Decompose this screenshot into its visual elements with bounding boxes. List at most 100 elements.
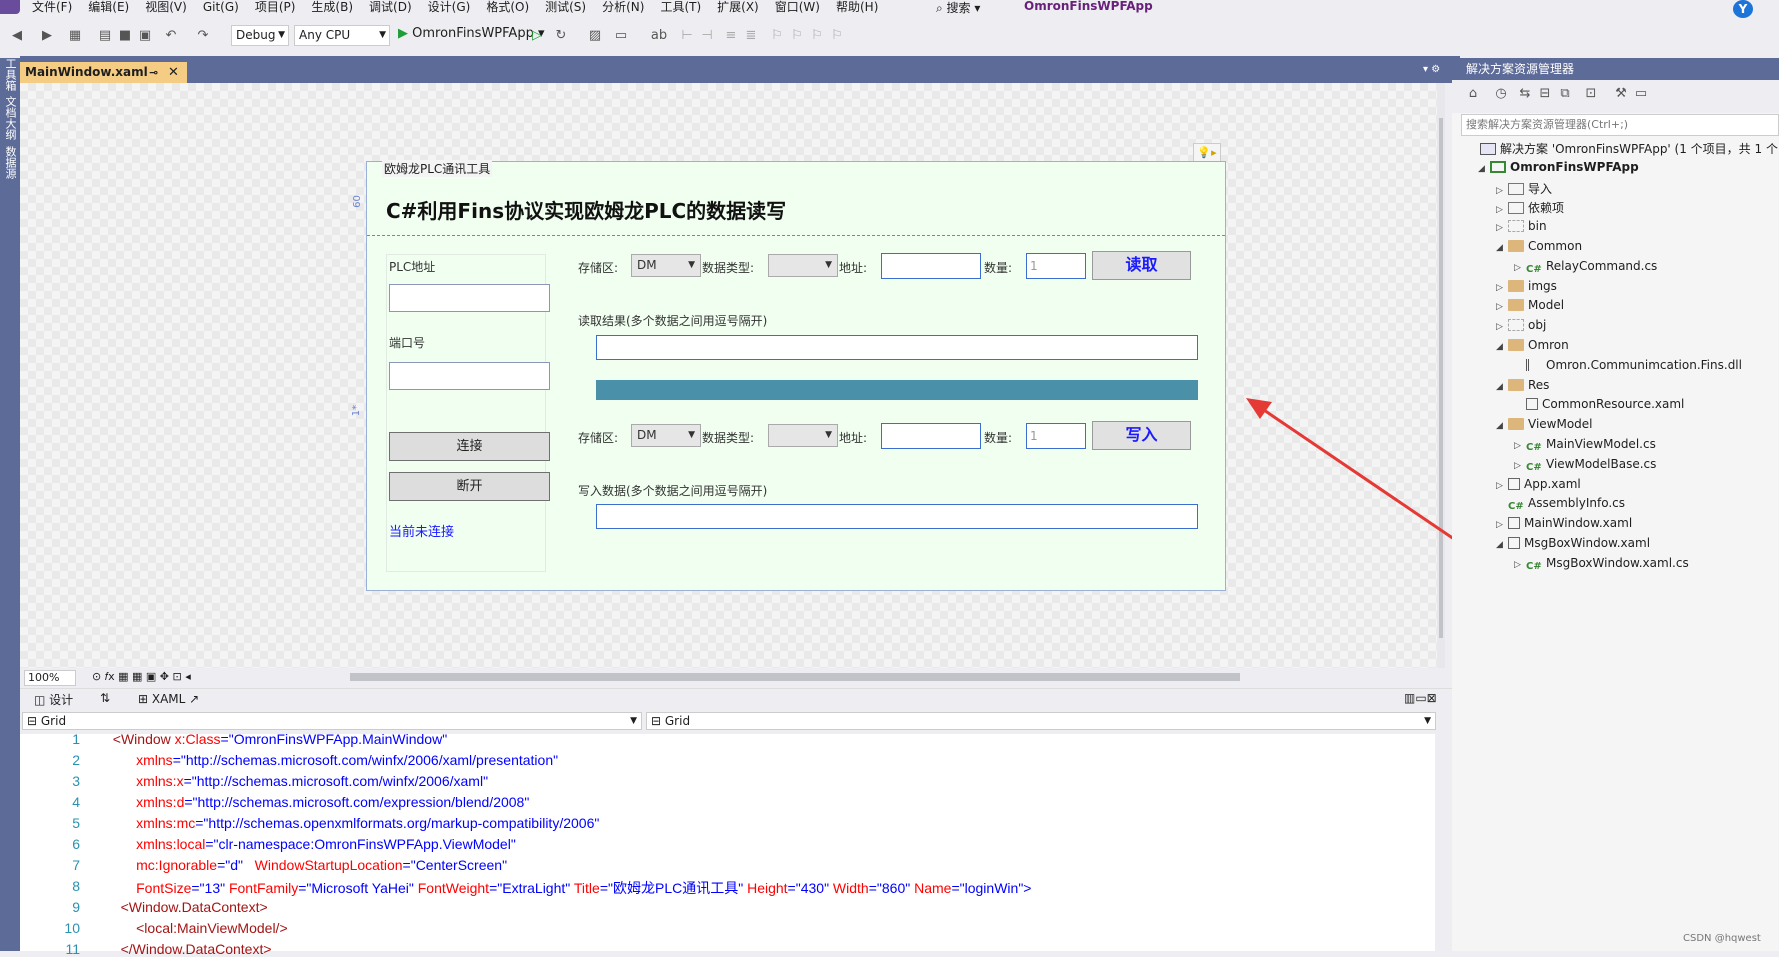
write-button[interactable]: 写入 bbox=[1092, 421, 1191, 450]
bookmark-clear-icon[interactable]: ⚐ bbox=[828, 27, 846, 45]
row-height-indicator[interactable]: 60 bbox=[352, 195, 363, 208]
menu-item[interactable]: 项目(P) bbox=[247, 0, 304, 16]
expander-icon[interactable]: ▷ bbox=[1514, 441, 1526, 451]
tree-item[interactable]: ▷ bin bbox=[1496, 219, 1547, 233]
hot-reload-icon[interactable]: ↻ bbox=[552, 27, 570, 45]
code-line[interactable]: xmlns:d="http://schemas.microsoft.com/ex… bbox=[105, 794, 529, 810]
tree-item[interactable]: ▷ C# ViewModelBase.cs bbox=[1514, 457, 1656, 474]
solution-search-input[interactable]: 搜索解决方案资源管理器(Ctrl+;) bbox=[1461, 114, 1779, 136]
disconnect-button[interactable]: 断开 bbox=[389, 472, 550, 501]
expander-icon[interactable]: ◢ bbox=[1496, 342, 1508, 352]
tab-design[interactable]: ◫ 设计 bbox=[34, 691, 73, 708]
tree-item[interactable]: 解决方案 'OmronFinsWPFApp' (1 个项目，共 1 个) bbox=[1468, 140, 1779, 157]
expander-icon[interactable]: ▷ bbox=[1514, 560, 1526, 570]
expander-icon[interactable]: ▷ bbox=[1496, 283, 1508, 293]
menu-item[interactable]: 编辑(E) bbox=[80, 0, 137, 16]
avatar[interactable]: Y bbox=[1733, 0, 1753, 18]
tree-item[interactable]: C# AssemblyInfo.cs bbox=[1496, 496, 1625, 513]
forward-icon[interactable]: ▶ bbox=[38, 27, 56, 45]
history-icon[interactable]: ◷ bbox=[1492, 85, 1510, 103]
scrollbar-thumb[interactable] bbox=[1439, 118, 1443, 638]
expander-icon[interactable]: ▷ bbox=[1496, 322, 1508, 332]
tree-item[interactable]: ◢ Omron bbox=[1496, 338, 1569, 352]
tree-item[interactable]: ▷ Model bbox=[1496, 298, 1564, 312]
menu-item[interactable]: 生成(B) bbox=[303, 0, 361, 16]
tree-item[interactable]: ◢ ViewModel bbox=[1496, 417, 1593, 431]
redo-icon[interactable]: ↷ bbox=[194, 27, 212, 45]
indent-icon[interactable]: ≡ bbox=[722, 27, 740, 45]
collapse-all-icon[interactable]: ⊟ bbox=[1536, 85, 1554, 103]
expander-icon[interactable]: ▷ bbox=[1496, 520, 1508, 530]
tree-item[interactable]: ▷ C# RelayCommand.cs bbox=[1514, 259, 1657, 276]
platform-dropdown[interactable]: Any CPU ▼ bbox=[294, 25, 390, 46]
read-area-select[interactable]: DM ▼ bbox=[631, 254, 701, 277]
plc-address-input[interactable] bbox=[389, 284, 550, 312]
data-sources-tab[interactable]: 数据源 bbox=[2, 146, 18, 179]
open-folder-icon[interactable]: ▤ bbox=[96, 27, 114, 45]
write-count-input[interactable]: 1 bbox=[1026, 423, 1086, 449]
tree-item[interactable]: ▷ obj bbox=[1496, 318, 1546, 332]
tree-item[interactable]: ◢ Res bbox=[1496, 378, 1549, 392]
menu-item[interactable]: 帮助(H) bbox=[828, 0, 886, 16]
menu-item[interactable]: 视图(V) bbox=[137, 0, 195, 16]
pane-layout-icons[interactable]: ▥▭⊠ bbox=[1404, 691, 1437, 705]
expander-icon[interactable]: ◢ bbox=[1496, 243, 1508, 253]
config-dropdown[interactable]: Debug ▼ bbox=[231, 25, 289, 46]
document-outline-tab[interactable]: 文档大纲 bbox=[2, 96, 18, 140]
code-line[interactable]: mc:Ignorable="d" WindowStartupLocation="… bbox=[105, 857, 507, 873]
tab-xaml[interactable]: ⊞ XAML ↗ bbox=[138, 692, 199, 706]
align-right-icon[interactable]: ⊣ bbox=[698, 27, 716, 45]
write-type-select[interactable]: ▼ bbox=[768, 424, 838, 447]
grid-toggle-icons[interactable]: ⊙ 𝑓x ▦ ▦ ▣ ✥ ⊡ ◂ bbox=[92, 670, 191, 684]
undo-icon[interactable]: ↶ bbox=[162, 27, 180, 45]
tree-item[interactable]: ◢ MsgBoxWindow.xaml bbox=[1496, 536, 1650, 550]
menu-item[interactable]: 扩展(X) bbox=[709, 0, 767, 16]
bookmark-icon[interactable]: ⚐ bbox=[768, 27, 786, 45]
expander-icon[interactable]: ◢ bbox=[1496, 540, 1508, 550]
pin-icon[interactable]: ⊸ bbox=[149, 62, 158, 83]
layout-icon[interactable]: ▭ bbox=[612, 27, 630, 45]
tree-item[interactable]: ▷ imgs bbox=[1496, 279, 1557, 293]
code-vertical-scrollbar[interactable] bbox=[1435, 734, 1452, 951]
menu-item[interactable]: Git(G) bbox=[195, 0, 247, 16]
show-all-files-icon[interactable]: ⧉ bbox=[1556, 85, 1574, 103]
write-area-select[interactable]: DM ▼ bbox=[631, 424, 701, 447]
tree-item[interactable]: ▷ C# MainViewModel.cs bbox=[1514, 437, 1656, 454]
tree-item[interactable]: ▷ 依赖项 bbox=[1496, 199, 1564, 216]
read-result-field[interactable] bbox=[596, 335, 1198, 360]
connect-button[interactable]: 连接 bbox=[389, 432, 550, 461]
menu-item[interactable]: 格式(O) bbox=[478, 0, 537, 16]
port-input[interactable] bbox=[389, 362, 550, 390]
menu-item[interactable]: 分析(N) bbox=[594, 0, 652, 16]
expander-icon[interactable]: ▷ bbox=[1496, 223, 1508, 233]
row-height-indicator[interactable]: 1* bbox=[351, 405, 362, 416]
expander-icon[interactable]: ▷ bbox=[1514, 263, 1526, 273]
code-line[interactable]: </Window.DataContext> bbox=[105, 941, 272, 957]
pending-changes-icon[interactable]: ▭ bbox=[1632, 85, 1650, 103]
save-icon[interactable]: ■ bbox=[116, 27, 134, 45]
read-count-input[interactable]: 1 bbox=[1026, 253, 1086, 279]
tree-item[interactable]: ▷ C# MsgBoxWindow.xaml.cs bbox=[1514, 556, 1689, 573]
tree-item[interactable]: CommonResource.xaml bbox=[1514, 397, 1684, 411]
sync-icon[interactable]: ⇆ bbox=[1516, 85, 1534, 103]
write-address-input[interactable] bbox=[881, 423, 981, 449]
tree-item[interactable]: ◢ OmronFinsWPFApp bbox=[1478, 160, 1639, 174]
expander-icon[interactable]: ▷ bbox=[1514, 461, 1526, 471]
menu-item[interactable]: 窗口(W) bbox=[767, 0, 828, 16]
code-line[interactable]: xmlns:mc="http://schemas.openxmlformats.… bbox=[105, 815, 599, 831]
start-button[interactable]: ▶ OmronFinsWPFApp ▾ bbox=[398, 26, 545, 41]
back-icon[interactable]: ◀ bbox=[8, 27, 26, 45]
tree-item[interactable]: ▷ App.xaml bbox=[1496, 477, 1581, 491]
tree-item[interactable]: Omron.Communimcation.Fins.dll bbox=[1514, 358, 1742, 372]
menu-item[interactable]: 设计(G) bbox=[420, 0, 479, 16]
outdent-icon[interactable]: ≣ bbox=[742, 27, 760, 45]
menu-item[interactable]: 调试(D) bbox=[361, 0, 420, 16]
expander-icon[interactable]: ▷ bbox=[1496, 302, 1508, 312]
start-without-debug-icon[interactable]: ▷ bbox=[528, 27, 546, 45]
browser-link-icon[interactable]: ▨ bbox=[586, 27, 604, 45]
save-all-icon[interactable]: ▣ bbox=[136, 27, 154, 45]
splitter-bar[interactable] bbox=[596, 380, 1198, 400]
tree-item[interactable]: ◢ Common bbox=[1496, 239, 1582, 253]
expander-icon[interactable]: ◢ bbox=[1496, 382, 1508, 392]
right-element-select[interactable]: ⊟ Grid ▼ bbox=[646, 712, 1436, 730]
